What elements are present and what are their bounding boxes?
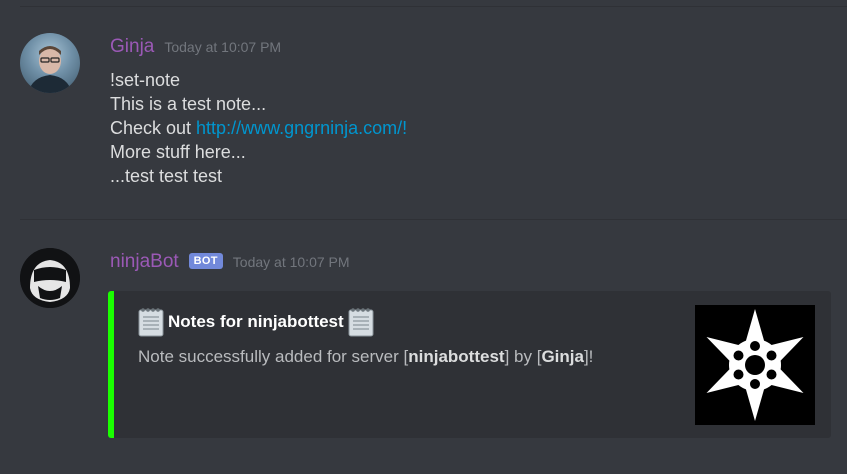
rich-embed: Notes for ninjabottest Note successfully… xyxy=(108,291,831,438)
shuriken-icon xyxy=(706,309,804,421)
spiral-notepad-icon xyxy=(348,307,374,337)
message-line: This is a test note... xyxy=(110,94,267,114)
spiral-notepad-icon xyxy=(138,307,164,337)
ninja-mask-icon xyxy=(20,248,80,308)
user-avatar[interactable] xyxy=(20,33,80,93)
divider-middle xyxy=(20,219,847,220)
message-header: Ginja Today at 10:07 PM xyxy=(110,36,281,58)
message-content: !set-note This is a test note... Check o… xyxy=(110,68,407,188)
message-link[interactable]: http://www.gngrninja.com/! xyxy=(196,118,407,138)
message-line: ...test test test xyxy=(110,166,223,186)
embed-description: Note successfully added for server [ninj… xyxy=(138,347,593,367)
timestamp: Today at 10:07 PM xyxy=(232,254,350,270)
embed-desc-text: ] by [ xyxy=(504,347,542,366)
embed-desc-text: ]! xyxy=(583,347,594,366)
embed-title-text: Notes for ninjabottest xyxy=(168,312,344,331)
username[interactable]: ninjaBot xyxy=(110,251,179,273)
bot-avatar[interactable] xyxy=(20,248,80,308)
embed-title: Notes for ninjabottest xyxy=(138,307,374,337)
person-photo-icon xyxy=(28,46,72,93)
username[interactable]: Ginja xyxy=(110,36,154,58)
message-line: !set-note xyxy=(110,70,181,90)
message-text: Check out xyxy=(110,118,197,138)
message-line: Check out http://www.gngrninja.com/! xyxy=(110,116,407,140)
bot-badge: BOT xyxy=(188,253,223,269)
message-line: More stuff here... xyxy=(110,142,246,162)
divider-top xyxy=(20,6,847,7)
embed-desc-text: Note successfully added for server [ xyxy=(138,347,409,366)
timestamp: Today at 10:07 PM xyxy=(164,39,282,55)
embed-author-name: Ginja xyxy=(541,347,584,366)
message-header: ninjaBot BOT Today at 10:07 PM xyxy=(110,251,350,273)
embed-thumbnail[interactable] xyxy=(695,305,815,425)
embed-server-name: ninjabottest xyxy=(408,347,505,366)
